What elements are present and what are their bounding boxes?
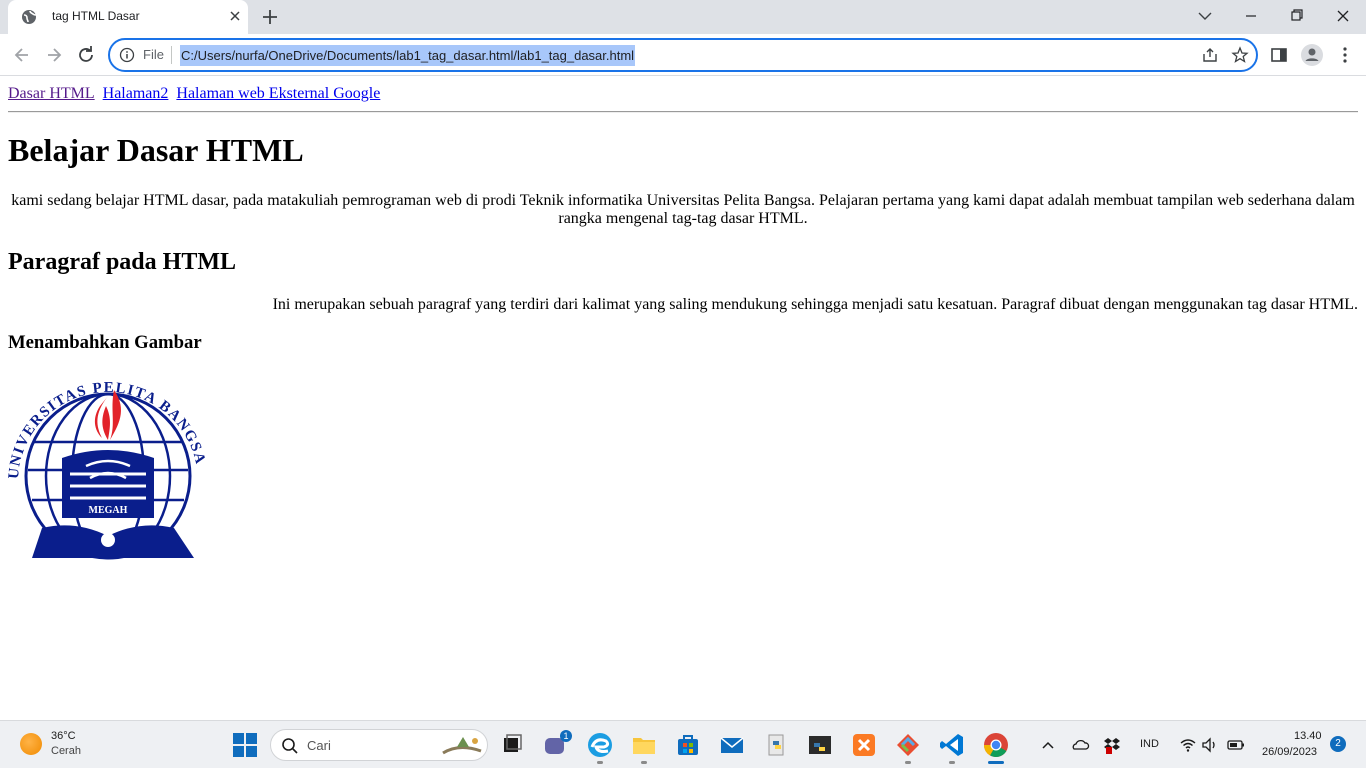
university-logo: UNIVERSITAS PELITA BANGSA MEGAH: [6, 380, 207, 560]
file-explorer-icon[interactable]: [628, 729, 660, 761]
active-indicator: [988, 761, 1004, 764]
page-heading-1: Belajar Dasar HTML: [8, 132, 304, 168]
onedrive-cloud-icon[interactable]: [1070, 735, 1090, 755]
close-window-icon[interactable]: [1320, 4, 1366, 28]
microsoft-store-icon[interactable]: [672, 729, 704, 761]
python-idle-icon[interactable]: [804, 729, 836, 761]
windows-taskbar: 36°C Cerah Cari 1 IND 13.40 26/09/2023 2: [0, 720, 1366, 768]
page-heading-2: Paragraf pada HTML: [8, 249, 236, 275]
weather-condition[interactable]: Cerah: [51, 745, 81, 757]
search-highlight-art-icon: [442, 737, 482, 755]
taskbar-search[interactable]: Cari: [270, 729, 488, 761]
tray-overflow-chevron-icon[interactable]: [1038, 735, 1058, 755]
search-placeholder: Cari: [307, 738, 331, 753]
dropbox-icon[interactable]: [1102, 735, 1122, 755]
vscode-icon[interactable]: [936, 729, 968, 761]
xampp-icon[interactable]: [848, 729, 880, 761]
input-language[interactable]: IND: [1140, 738, 1159, 750]
omnibox-divider: [171, 46, 172, 64]
volume-icon[interactable]: [1200, 735, 1220, 755]
battery-icon[interactable]: [1226, 735, 1246, 755]
weather-temperature[interactable]: 36°C: [51, 730, 76, 742]
search-icon: [282, 738, 298, 754]
page-heading-3: Menambahkan Gambar: [8, 332, 202, 353]
globe-icon: [22, 10, 37, 24]
link-halaman2[interactable]: Halaman2: [103, 85, 169, 102]
link-dasar-html[interactable]: Dasar HTML: [8, 85, 95, 102]
paragraph-intro: kami sedang belajar HTML dasar, pada mat…: [11, 192, 1355, 227]
web-page-content: Dasar HTML Halaman2 Halaman web Eksterna…: [0, 77, 1366, 720]
browser-toolbar: File C:/Users/nurfa/OneDrive/Documents/l…: [0, 34, 1366, 76]
bookmark-star-icon[interactable]: [1230, 45, 1250, 65]
running-indicator: [949, 761, 955, 764]
back-icon[interactable]: [8, 41, 36, 69]
logo-book-text: MEGAH: [89, 505, 128, 516]
running-indicator: [905, 761, 911, 764]
chrome-icon[interactable]: [980, 729, 1012, 761]
link-google[interactable]: Halaman web Eksternal Google: [176, 85, 380, 102]
side-panel-icon[interactable]: [1265, 41, 1293, 69]
close-tab-icon[interactable]: [225, 6, 245, 26]
info-icon[interactable]: [119, 47, 135, 63]
python-icon[interactable]: [760, 729, 792, 761]
nav-links: Dasar HTML Halaman2 Halaman web Eksterna…: [8, 85, 384, 103]
clock-time[interactable]: 13.40: [1294, 730, 1322, 742]
running-indicator: [641, 761, 647, 764]
browser-tab[interactable]: tag HTML Dasar: [8, 0, 248, 34]
git-icon[interactable]: [892, 729, 924, 761]
teams-chat-icon[interactable]: 1: [540, 729, 572, 761]
reload-icon[interactable]: [72, 41, 100, 69]
horizontal-rule: [8, 111, 1358, 113]
edge-browser-icon[interactable]: [584, 729, 616, 761]
minimize-icon[interactable]: [1228, 4, 1274, 28]
tab-title: tag HTML Dasar: [52, 9, 140, 23]
menu-kebab-icon[interactable]: [1331, 41, 1359, 69]
clock-date[interactable]: 26/09/2023: [1262, 746, 1317, 758]
task-view-icon[interactable]: [496, 729, 528, 761]
scheme-chip[interactable]: File: [143, 47, 164, 62]
wifi-icon[interactable]: [1178, 735, 1198, 755]
url-text[interactable]: C:/Users/nurfa/OneDrive/Documents/lab1_t…: [180, 45, 636, 66]
sun-weather-icon[interactable]: [20, 733, 42, 755]
teams-badge: 1: [563, 731, 568, 741]
forward-icon[interactable]: [40, 41, 68, 69]
windows-start-icon[interactable]: [229, 729, 261, 761]
tab-search-chevron-icon[interactable]: [1182, 4, 1228, 28]
paragraph-right-aligned: Ini merupakan sebuah paragraf yang terdi…: [272, 296, 1358, 313]
notification-badge[interactable]: 2: [1330, 736, 1346, 752]
restore-icon[interactable]: [1274, 4, 1320, 28]
tab-strip: tag HTML Dasar: [0, 0, 1366, 34]
address-bar[interactable]: File C:/Users/nurfa/OneDrive/Documents/l…: [108, 38, 1258, 72]
running-indicator: [597, 761, 603, 764]
profile-avatar-icon[interactable]: [1298, 41, 1326, 69]
new-tab-icon[interactable]: [258, 6, 282, 28]
share-icon[interactable]: [1200, 45, 1220, 65]
mail-icon[interactable]: [716, 729, 748, 761]
